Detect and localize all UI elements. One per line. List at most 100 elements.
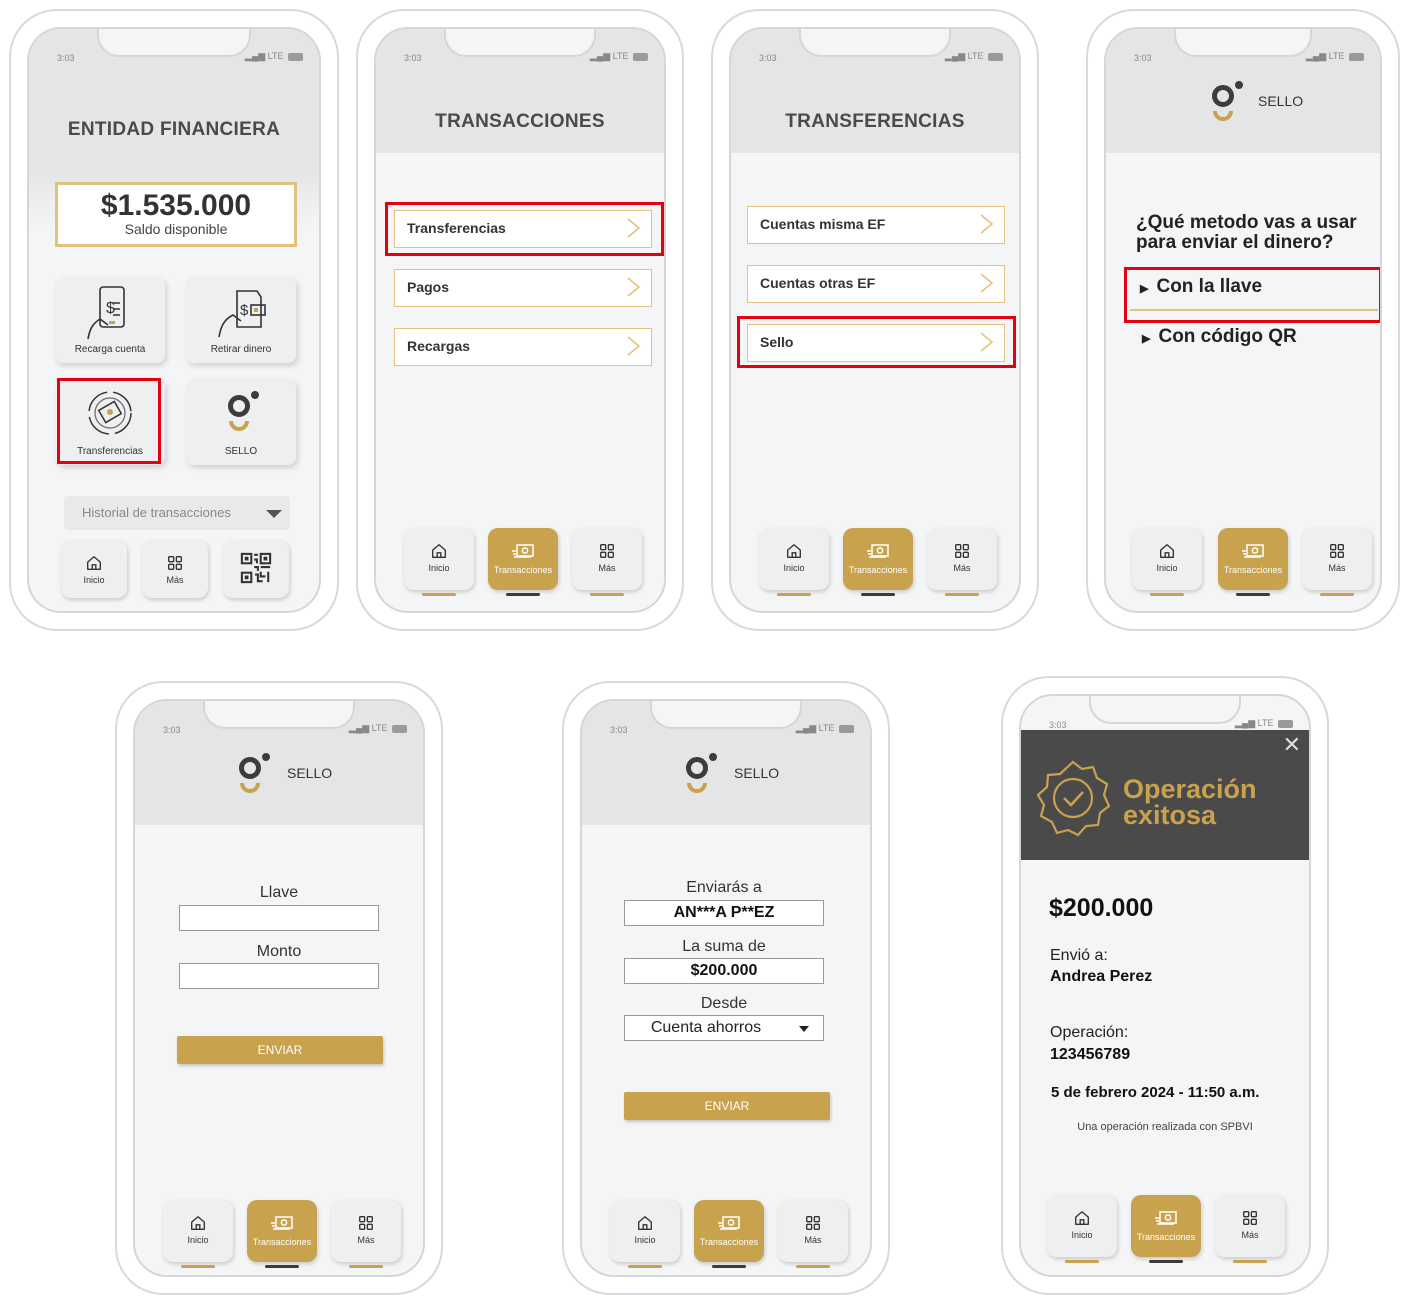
battery-icon	[1278, 719, 1293, 728]
nav-transacciones[interactable]: Transacciones	[694, 1200, 764, 1268]
menu-item-pagos[interactable]: Pagos	[394, 269, 652, 307]
nav-inicio[interactable]: Inicio	[610, 1200, 680, 1268]
sent-to-label: Envió a:	[1050, 947, 1108, 964]
sello-logo-icon	[224, 391, 264, 435]
home-icon	[430, 542, 448, 560]
screen-home: 3:03 ▂▄▆ LTE ENTIDAD FINANCIERA $1.535.0…	[27, 27, 321, 613]
battery-icon	[288, 52, 303, 61]
phone-notch	[97, 29, 251, 57]
recipient-value: AN***A P**EZ	[673, 904, 775, 921]
menu-item-label: Pagos	[407, 279, 450, 295]
nav-mas[interactable]: Más	[778, 1200, 848, 1268]
status-time: 3:03	[57, 53, 75, 63]
status-time: 3:03	[1049, 720, 1067, 730]
nav-transacciones[interactable]: Transacciones	[1218, 528, 1288, 596]
nav-mas[interactable]: Más	[572, 528, 642, 596]
status-indicators: ▂▄▆ LTE	[796, 723, 854, 734]
nav-inicio[interactable]: Inicio	[759, 528, 829, 596]
phone-operacion-exitosa: 3:03 ▂▄▆ LTE ✕ Operación exitosa $200.00…	[1001, 676, 1329, 1295]
nav-inicio[interactable]: Inicio	[1047, 1195, 1117, 1263]
operation-label: Operación:	[1050, 1024, 1129, 1041]
menu-item-label: Recargas	[407, 338, 471, 354]
nav-mas[interactable]: Más	[1215, 1195, 1285, 1263]
account-select[interactable]: Cuenta ahorros	[624, 1015, 824, 1041]
phone-sello-confirmar: 3:03 ▂▄▆ LTE SELLO Enviarás a AN***A P**…	[562, 681, 890, 1295]
screen-sello-confirmar: 3:03 ▂▄▆ LTE SELLO Enviarás a AN***A P**…	[580, 699, 872, 1277]
operation-footer: Una operación realizada con SPBVI	[1077, 1121, 1253, 1133]
nav-label: Transacciones	[699, 1237, 759, 1247]
battery-icon	[633, 52, 648, 61]
menu-item-cuentas-otras-ef[interactable]: Cuentas otras EF	[747, 265, 1005, 303]
phone-notch	[203, 701, 355, 729]
close-icon[interactable]: ✕	[1283, 734, 1301, 756]
battery-icon	[988, 52, 1003, 61]
menu-item-cuentas-misma-ef[interactable]: Cuentas misma EF	[747, 206, 1005, 244]
grid-icon	[166, 554, 184, 572]
home-icon	[85, 554, 103, 572]
highlight-box	[1124, 267, 1380, 323]
nav-mas[interactable]: Más	[1302, 528, 1372, 596]
tile-label: SELLO	[224, 446, 258, 457]
nav-transacciones[interactable]: Transacciones	[1131, 1195, 1201, 1263]
nav-label: Transacciones	[493, 565, 553, 575]
nav-label: Más	[357, 1235, 375, 1245]
key-input[interactable]	[179, 905, 379, 931]
recipient-label: Enviarás a	[686, 879, 762, 896]
nav-transacciones[interactable]: Transacciones	[488, 528, 558, 596]
amount-input[interactable]	[179, 963, 379, 989]
grid-icon	[953, 542, 971, 560]
nav-inicio[interactable]: Inicio	[1132, 528, 1202, 596]
nav-inicio[interactable]: Inicio	[404, 528, 474, 596]
menu-item-recargas[interactable]: Recargas	[394, 328, 652, 366]
nav-label: Inicio	[783, 563, 805, 573]
option-label: Con código QR	[1158, 326, 1297, 347]
chevron-right-icon	[623, 336, 643, 356]
sello-logo-text: SELLO	[1258, 93, 1304, 109]
phone-notch	[1089, 696, 1241, 724]
tile-retirar-dinero[interactable]: $ Retirar dinero	[186, 277, 296, 363]
nav-inicio[interactable]: Inicio	[163, 1200, 233, 1268]
from-label: Desde	[700, 995, 748, 1012]
history-select[interactable]: Historial de transacciones	[64, 496, 290, 530]
sum-field: $200.000	[624, 958, 824, 984]
phone-sello-llave: 3:03 ▂▄▆ LTE SELLO Llave Monto ENVIAR In…	[115, 681, 443, 1295]
sello-logo-text: SELLO	[287, 765, 333, 781]
nav-label: Transacciones	[1136, 1232, 1196, 1242]
page-title: ENTIDAD FINANCIERA	[67, 119, 281, 140]
status-indicators: ▂▄▆ LTE	[945, 51, 1003, 62]
sello-logo-icon	[682, 753, 722, 797]
nav-mas[interactable]: Más	[142, 540, 208, 598]
status-indicators: ▂▄▆ LTE	[590, 51, 648, 62]
sum-label: La suma de	[682, 938, 766, 955]
nav-mas[interactable]: Más	[331, 1200, 401, 1268]
nav-mas[interactable]: Más	[927, 528, 997, 596]
network-label: LTE	[371, 723, 388, 733]
recipient-field: AN***A P**EZ	[624, 900, 824, 926]
screen-transferencias: 3:03 ▂▄▆ LTE TRANSFERENCIAS Cuentas mism…	[729, 27, 1021, 613]
svg-text:$: $	[240, 302, 249, 319]
network-label: LTE	[1328, 51, 1345, 61]
tile-recarga-cuenta[interactable]: $ Recarga cuenta	[55, 277, 165, 363]
tile-sello[interactable]: SELLO	[186, 379, 296, 465]
home-icon	[785, 542, 803, 560]
qr-scan-button[interactable]	[223, 540, 289, 598]
chevron-right-icon	[623, 277, 643, 297]
nav-transacciones[interactable]: Transacciones	[247, 1200, 317, 1268]
nav-transacciones[interactable]: Transacciones	[843, 528, 913, 596]
method-question: ¿Qué metodo vas a usar para enviar el di…	[1136, 212, 1357, 253]
nav-inicio[interactable]: Inicio	[61, 540, 127, 598]
nav-label: Más	[1241, 1230, 1259, 1240]
nav-label: Inicio	[1071, 1230, 1093, 1240]
send-button[interactable]: ENVIAR	[624, 1092, 830, 1120]
screen-sello-llave: 3:03 ▂▄▆ LTE SELLO Llave Monto ENVIAR In…	[133, 699, 425, 1277]
send-button[interactable]: ENVIAR	[177, 1036, 383, 1064]
nav-label: Más	[166, 575, 184, 585]
home-icon	[636, 1214, 654, 1232]
phone-transferencias: 3:03 ▂▄▆ LTE TRANSFERENCIAS Cuentas mism…	[711, 9, 1039, 631]
phone-notch	[650, 701, 802, 729]
sum-value: $200.000	[690, 962, 758, 979]
network-label: LTE	[967, 51, 984, 61]
grid-icon	[357, 1214, 375, 1232]
option-con-codigo-qr[interactable]: ▶ Con código QR	[1130, 319, 1378, 359]
highlight-box	[737, 316, 1016, 368]
